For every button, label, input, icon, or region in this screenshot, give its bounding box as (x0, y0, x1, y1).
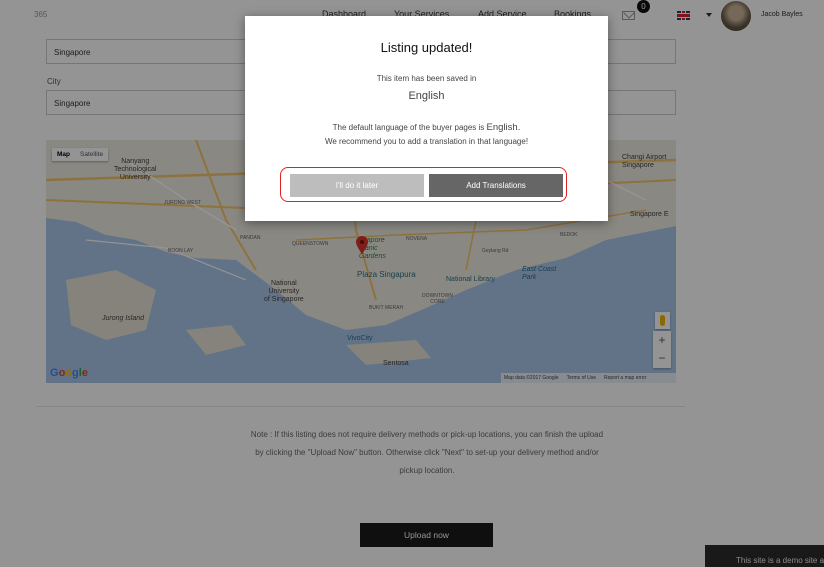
recommend-translation-text: We recommend you to add a translation in… (324, 137, 529, 146)
dialog-title: Listing updated! (380, 40, 473, 55)
saved-in-text: This item has been saved in (376, 74, 477, 83)
saved-language: English (408, 90, 445, 102)
listing-updated-dialog: Listing updated! This item has been save… (245, 16, 608, 221)
do-it-later-button[interactable]: I'll do it later (290, 174, 424, 197)
default-language-text: The default language of the buyer pages … (332, 123, 485, 132)
default-language-value: English. (486, 122, 521, 133)
add-translations-button[interactable]: Add Translations (429, 174, 563, 197)
default-language-line: The default language of the buyer pages … (245, 122, 608, 133)
